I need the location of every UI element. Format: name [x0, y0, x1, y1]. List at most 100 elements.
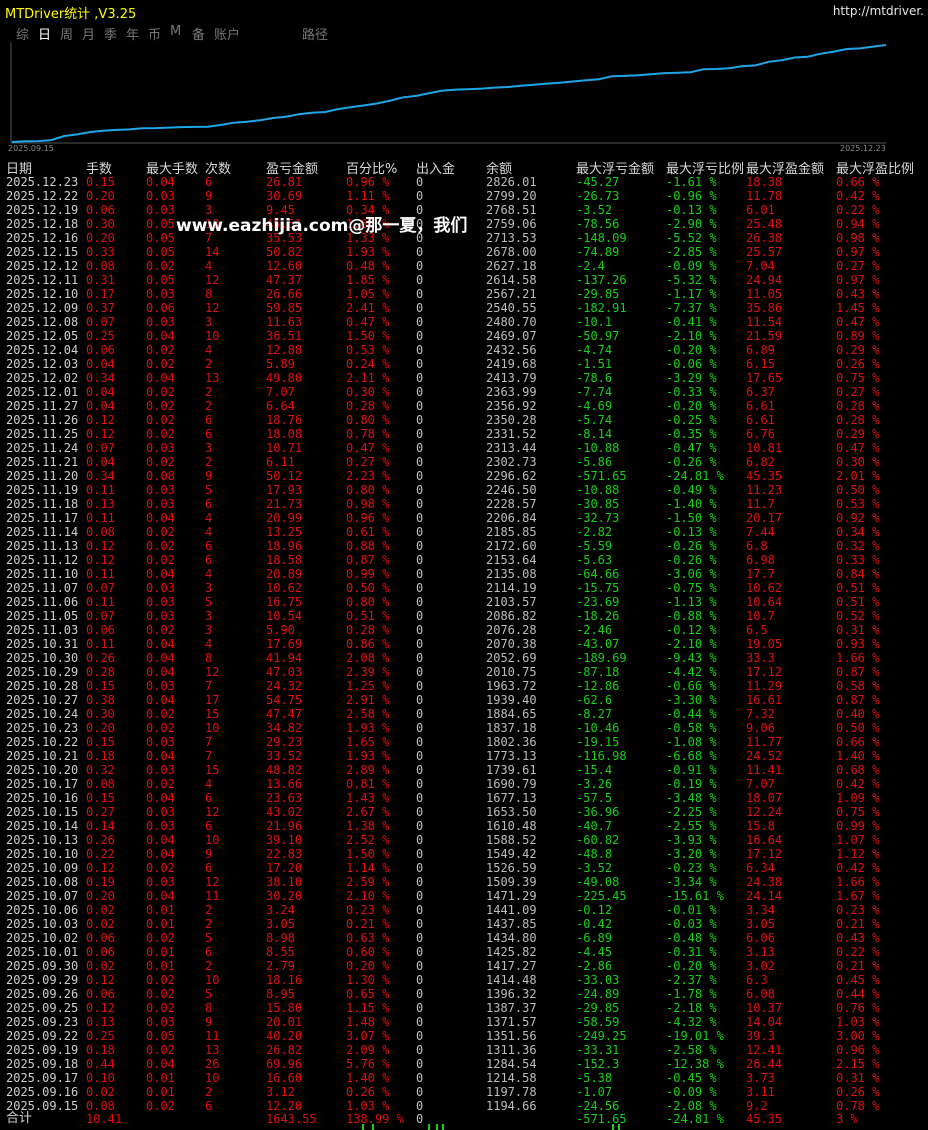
table-row[interactable]: 2025.12.02 0.34 0.04 13 49.80 2.11 % 0 2413.79 -… [0, 371, 928, 385]
tab-0[interactable]: 综 [16, 24, 29, 43]
cell-count: 3 [205, 623, 213, 637]
table-row[interactable]: 2025.10.15 0.27 0.03 12 43.02 2.67 % 0 1653.50 -… [0, 805, 928, 819]
table-row[interactable]: 2025.11.19 0.11 0.03 5 17.93 0.80 % 0 2246.50 -1… [0, 483, 928, 497]
cell-deposit: 0 [416, 693, 424, 707]
table-row[interactable]: 2025.11.07 0.07 0.03 3 10.62 0.50 % 0 2114.19 -1… [0, 581, 928, 595]
table-row[interactable]: 2025.09.26 0.06 0.02 5 8.95 0.65 % 0 1396.32 -24… [0, 987, 928, 1001]
tab-8[interactable]: 备 [192, 24, 205, 43]
tab-2[interactable]: 周 [60, 24, 73, 43]
cell-max-float-profit: 6.37 [746, 385, 775, 399]
table-row[interactable]: 2025.11.20 0.34 0.08 9 50.12 2.23 % 0 2296.62 -5… [0, 469, 928, 483]
website-link[interactable]: http://mtdriver. [833, 4, 924, 18]
cell-max-float-loss-pct: -0.47 % [666, 441, 717, 455]
cell-max-lots: 0.04 [146, 889, 175, 903]
cell-max-float-profit-pct: 1.07 % [836, 833, 880, 847]
table-row[interactable]: 2025.12.23 0.15 0.04 6 26.81 0.96 % 0 2826.01 -4… [0, 175, 928, 189]
table-row[interactable]: 2025.09.29 0.12 0.02 10 18.16 1.30 % 0 1414.48 -… [0, 973, 928, 987]
table-row[interactable]: 2025.10.20 0.32 0.03 15 48.82 2.89 % 0 1739.61 -… [0, 763, 928, 777]
cell-max-float-loss: -6.89 [576, 931, 613, 945]
table-row[interactable]: 2025.10.01 0.06 0.01 6 8.55 0.60 % 0 1425.82 -4.… [0, 945, 928, 959]
table-row[interactable]: 2025.11.14 0.08 0.02 4 13.25 0.61 % 0 2185.85 -2… [0, 525, 928, 539]
table-row[interactable]: 2025.11.03 0.06 0.02 3 5.90 0.28 % 0 2076.28 -2.… [0, 623, 928, 637]
activity-mark [436, 1124, 438, 1130]
table-row[interactable]: 2025.10.24 0.30 0.02 15 47.47 2.58 % 0 1884.65 -… [0, 707, 928, 721]
table-row[interactable]: 2025.12.01 0.04 0.02 2 7.07 0.30 % 0 2363.99 -7.… [0, 385, 928, 399]
table-row[interactable]: 2025.09.23 0.13 0.03 9 20.01 1.48 % 0 1371.57 -5… [0, 1015, 928, 1029]
table-row[interactable]: 2025.11.26 0.12 0.02 6 18.76 0.80 % 0 2350.28 -5… [0, 413, 928, 427]
tab-4[interactable]: 季 [104, 24, 117, 43]
table-row[interactable]: 2025.11.25 0.12 0.02 6 18.08 0.78 % 0 2331.52 -8… [0, 427, 928, 441]
cell-percent: 1.85 % [346, 273, 390, 287]
table-row[interactable]: 2025.12.03 0.04 0.02 2 5.89 0.24 % 0 2419.68 -1.… [0, 357, 928, 371]
cell-date: 2025.11.06 [6, 595, 79, 609]
table-row[interactable]: 2025.10.16 0.15 0.04 6 23.63 1.43 % 0 1677.13 -5… [0, 791, 928, 805]
table-row[interactable]: 2025.10.23 0.20 0.02 10 34.82 1.93 % 0 1837.18 -… [0, 721, 928, 735]
table-row[interactable]: 2025.10.27 0.38 0.04 17 54.75 2.91 % 0 1939.40 -… [0, 693, 928, 707]
tab-9[interactable]: 账户 [214, 24, 240, 43]
cell-date: 2025.10.21 [6, 749, 79, 763]
table-row[interactable]: 2025.11.12 0.12 0.02 6 18.58 0.87 % 0 2153.64 -5… [0, 553, 928, 567]
table-row[interactable]: 2025.12.12 0.08 0.02 4 12.60 0.48 % 0 2627.18 -2… [0, 259, 928, 273]
table-row[interactable]: 2025.10.08 0.19 0.03 12 38.10 2.59 % 0 1509.39 -… [0, 875, 928, 889]
table-row[interactable]: 2025.10.22 0.15 0.03 7 29.23 1.65 % 0 1802.36 -1… [0, 735, 928, 749]
table-row[interactable]: 2025.11.17 0.11 0.04 4 20.99 0.96 % 0 2206.84 -3… [0, 511, 928, 525]
table-row[interactable]: 2025.12.15 0.33 0.05 14 50.82 1.93 % 0 2678.00 -… [0, 245, 928, 259]
table-row[interactable]: 2025.10.17 0.08 0.02 4 13.66 0.81 % 0 1690.79 -3… [0, 777, 928, 791]
table-row[interactable]: 2025.09.22 0.25 0.05 11 40.20 3.07 % 0 1351.56 -… [0, 1029, 928, 1043]
cell-deposit: 0 [416, 469, 424, 483]
table-row[interactable]: 2025.11.24 0.07 0.03 3 10.71 0.47 % 0 2313.44 -1… [0, 441, 928, 455]
tab-7[interactable]: M [170, 24, 181, 39]
tab-3[interactable]: 月 [82, 24, 95, 43]
tab-6[interactable]: 币 [148, 24, 161, 43]
table-row[interactable]: 2025.10.29 0.28 0.04 12 47.03 2.39 % 0 2010.75 -… [0, 665, 928, 679]
cell-max-lots: 0.05 [146, 273, 175, 287]
table-row[interactable]: 2025.12.22 0.20 0.03 9 30.69 1.11 % 0 2799.20 -2… [0, 189, 928, 203]
table-row[interactable]: 2025.10.30 0.26 0.04 8 41.94 2.08 % 0 2052.69 -1… [0, 651, 928, 665]
table-row[interactable]: 2025.09.17 0.10 0.01 10 16.60 1.40 % 0 1214.58 -… [0, 1071, 928, 1085]
table-row[interactable]: 2025.12.05 0.25 0.04 10 36.51 1.50 % 0 2469.07 -… [0, 329, 928, 343]
table-row[interactable]: 2025.11.21 0.04 0.02 2 6.11 0.27 % 0 2302.73 -5.… [0, 455, 928, 469]
table-row[interactable]: 2025.11.10 0.11 0.04 4 20.89 0.99 % 0 2135.08 -6… [0, 567, 928, 581]
table-row[interactable]: 2025.09.30 0.02 0.01 2 2.79 0.20 % 0 1417.27 -2.… [0, 959, 928, 973]
table-row[interactable]: 2025.09.15 0.08 0.02 6 12.20 1.03 % 0 1194.66 -2… [0, 1099, 928, 1113]
cell-max-float-loss: -148.09 [576, 231, 627, 245]
cell-max-float-loss: -18.26 [576, 609, 620, 623]
table-row[interactable]: 2025.09.18 0.44 0.04 26 69.96 5.76 % 0 1284.54 -… [0, 1057, 928, 1071]
table-row[interactable]: 2025.10.21 0.18 0.04 7 33.52 1.93 % 0 1773.13 -1… [0, 749, 928, 763]
cell-max-lots: 0.02 [146, 1043, 175, 1057]
table-row[interactable]: 2025.10.07 0.20 0.04 11 30.20 2.10 % 0 1471.29 -… [0, 889, 928, 903]
table-row[interactable]: 2025.10.10 0.22 0.04 9 22.83 1.50 % 0 1549.42 -4… [0, 847, 928, 861]
table-row[interactable]: 2025.09.16 0.02 0.01 2 3.12 0.26 % 0 1197.78 -1.… [0, 1085, 928, 1099]
table-row[interactable]: 2025.12.11 0.31 0.05 12 47.37 1.85 % 0 2614.58 -… [0, 273, 928, 287]
table-row[interactable]: 2025.10.13 0.26 0.04 10 39.10 2.52 % 0 1588.52 -… [0, 833, 928, 847]
table-row[interactable]: 2025.11.06 0.11 0.03 5 16.75 0.80 % 0 2103.57 -2… [0, 595, 928, 609]
cell-max-float-loss: -23.69 [576, 595, 620, 609]
cell-date: 2025.10.01 [6, 945, 79, 959]
table-row[interactable]: 2025.11.18 0.13 0.03 6 21.73 0.98 % 0 2228.57 -3… [0, 497, 928, 511]
tab-1[interactable]: 日 [38, 24, 51, 43]
tab-10[interactable]: 路径 [302, 24, 328, 43]
table-row[interactable]: 2025.09.19 0.18 0.02 13 26.82 2.09 % 0 1311.36 -… [0, 1043, 928, 1057]
cell-date: 2025.11.21 [6, 455, 79, 469]
table-row[interactable]: 2025.12.10 0.17 0.03 8 26.66 1.05 % 0 2567.21 -2… [0, 287, 928, 301]
table-row[interactable]: 2025.10.09 0.12 0.02 6 17.20 1.14 % 0 1526.59 -3… [0, 861, 928, 875]
table-row[interactable]: 2025.12.04 0.06 0.02 4 12.88 0.53 % 0 2432.56 -4… [0, 343, 928, 357]
table-row[interactable]: 2025.10.31 0.11 0.04 4 17.69 0.86 % 0 2070.38 -4… [0, 637, 928, 651]
cell-pnl: 5.90 [266, 623, 295, 637]
table-row[interactable]: 2025.11.27 0.04 0.02 2 6.64 0.28 % 0 2356.92 -4.… [0, 399, 928, 413]
cell-max-float-profit-pct: 0.89 % [836, 329, 880, 343]
table-row[interactable]: 2025.10.02 0.06 0.02 5 8.98 0.63 % 0 1434.80 -6.… [0, 931, 928, 945]
table-row[interactable]: 2025.10.03 0.02 0.01 2 3.05 0.21 % 0 1437.85 -0.… [0, 917, 928, 931]
cell-max-lots: 0.02 [146, 427, 175, 441]
table-row[interactable]: 2025.11.13 0.12 0.02 6 18.96 0.88 % 0 2172.60 -5… [0, 539, 928, 553]
table-row[interactable]: 2025.10.28 0.15 0.03 7 24.32 1.25 % 0 1963.72 -1… [0, 679, 928, 693]
cell-max-float-loss: -43.07 [576, 637, 620, 651]
table-row[interactable]: 2025.12.08 0.07 0.03 3 11.63 0.47 % 0 2480.70 -1… [0, 315, 928, 329]
table-row[interactable]: 2025.11.05 0.07 0.03 3 10.54 0.51 % 0 2086.82 -1… [0, 609, 928, 623]
table-row[interactable]: 2025.12.09 0.37 0.06 12 59.85 2.41 % 0 2540.55 -… [0, 301, 928, 315]
table-row[interactable]: 2025.09.25 0.12 0.02 8 15.80 1.15 % 0 1387.37 -2… [0, 1001, 928, 1015]
cell-count: 6 [205, 819, 213, 833]
tab-5[interactable]: 年 [126, 24, 139, 43]
table-row[interactable]: 2025.10.14 0.14 0.03 6 21.96 1.38 % 0 1610.48 -4… [0, 819, 928, 833]
table-row[interactable]: 2025.10.06 0.02 0.01 2 3.24 0.23 % 0 1441.09 -0.… [0, 903, 928, 917]
